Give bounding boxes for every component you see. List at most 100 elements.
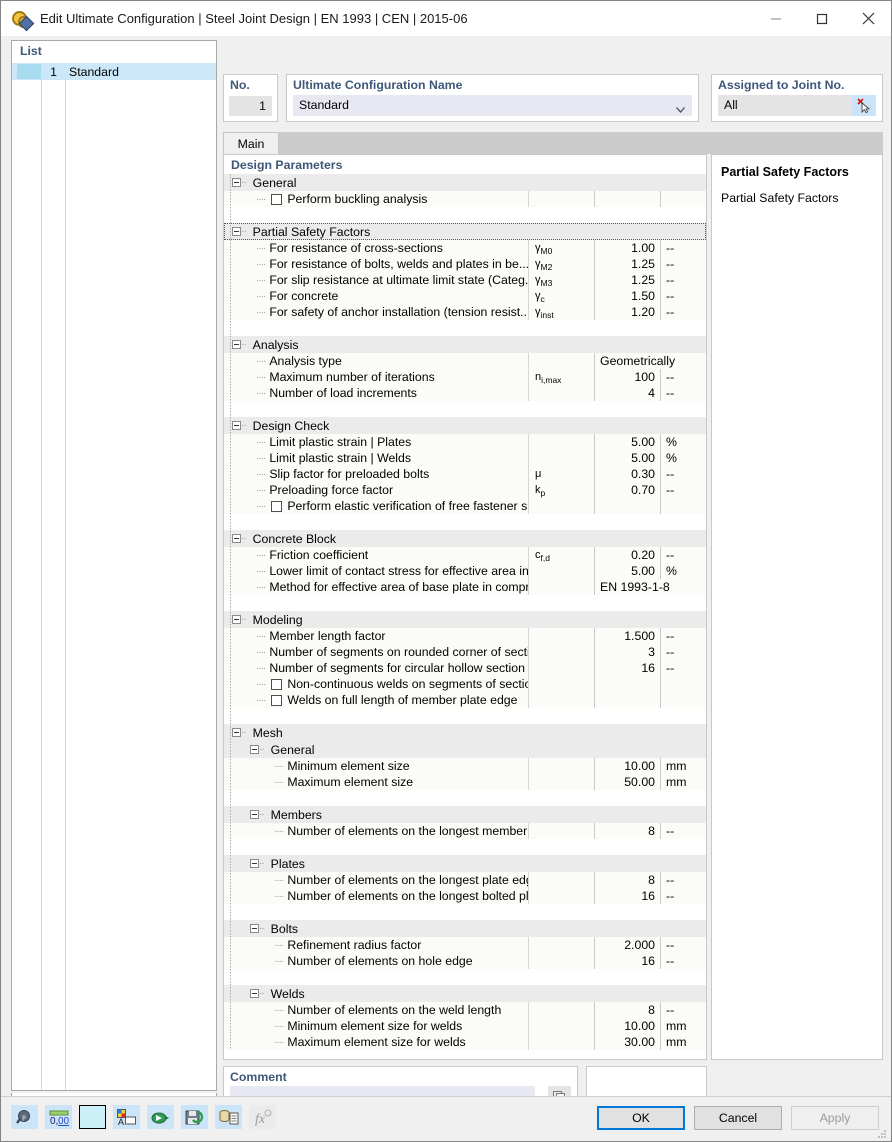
- save-config-icon[interactable]: [181, 1105, 208, 1129]
- cancel-button[interactable]: Cancel: [694, 1106, 782, 1130]
- units-decimal-places-icon[interactable]: 0, 00: [45, 1105, 72, 1129]
- minimize-icon[interactable]: [753, 1, 799, 36]
- table-row[interactable]: ···· Lower limit of contact stress for ef…: [224, 563, 706, 579]
- row-value[interactable]: 30.00: [594, 1034, 660, 1050]
- table-row[interactable]: ···· Minimum element size 10.00 mm: [224, 758, 706, 774]
- row-value[interactable]: 1.00: [594, 240, 660, 256]
- table-row[interactable]: ···· Preloading force factor kp 0.70 --: [224, 482, 706, 498]
- group-header-mesh[interactable]: ·· Mesh: [224, 724, 706, 741]
- table-row[interactable]: ···· Welds on full length of member plate…: [224, 692, 706, 708]
- database-export-icon[interactable]: [215, 1105, 242, 1129]
- row-value[interactable]: 16: [594, 888, 660, 904]
- group-header-general[interactable]: ·· General: [224, 741, 706, 758]
- table-row[interactable]: ···· Number of segments on rounded corner…: [224, 644, 706, 660]
- collapse-toggle[interactable]: [232, 534, 241, 543]
- row-value[interactable]: 5.00: [594, 434, 660, 450]
- group-header-general[interactable]: ·· General: [224, 174, 706, 191]
- color-swatch-icon[interactable]: [79, 1105, 106, 1129]
- row-value[interactable]: 2.000: [594, 937, 660, 953]
- table-row[interactable]: ···· Minimum element size for welds 10.00 m…: [224, 1018, 706, 1034]
- row-value[interactable]: 50.00: [594, 774, 660, 790]
- row-value[interactable]: 1.500: [594, 628, 660, 644]
- row-value[interactable]: 0.30: [594, 466, 660, 482]
- row-value[interactable]: 0.20: [594, 547, 660, 563]
- row-value[interactable]: 1.20: [594, 304, 660, 320]
- row-value[interactable]: 10.00: [594, 1018, 660, 1034]
- row-value[interactable]: 8: [594, 1002, 660, 1018]
- pick-joint-icon[interactable]: [852, 95, 876, 116]
- group-header-bolts[interactable]: ·· Bolts: [224, 920, 706, 937]
- row-value[interactable]: 0.70: [594, 482, 660, 498]
- resize-grip[interactable]: [877, 1128, 887, 1138]
- group-header-partial-safety-factors[interactable]: ·· Partial Safety Factors: [224, 223, 706, 240]
- group-header-design-check[interactable]: ·· Design Check: [224, 417, 706, 434]
- table-row[interactable]: ···· Method for effective area of base pl…: [224, 579, 706, 595]
- tab-main[interactable]: Main: [223, 132, 279, 154]
- collapse-toggle[interactable]: [250, 745, 259, 754]
- display-properties-icon[interactable]: A: [113, 1105, 140, 1129]
- group-header-modeling[interactable]: ·· Modeling: [224, 611, 706, 628]
- checkbox[interactable]: [271, 678, 283, 690]
- table-row[interactable]: ····Analysis type Geometrically linear: [224, 353, 706, 384]
- collapse-toggle[interactable]: [250, 989, 259, 998]
- table-row[interactable]: ···· Non-continuous welds on segments of …: [224, 676, 706, 692]
- row-value[interactable]: 1.25: [594, 272, 660, 288]
- table-row[interactable]: ···· Limit plastic strain | Welds 5.00%: [224, 450, 706, 466]
- collapse-toggle[interactable]: [232, 421, 241, 430]
- table-row[interactable]: ···· Refinement radius factor 2.000 --: [224, 937, 706, 953]
- table-row[interactable]: ···· Friction coefficient cf,d 0.20 --: [224, 547, 706, 563]
- table-row[interactable]: ···· Limit plastic strain | Plates 5.00%: [224, 434, 706, 450]
- table-row[interactable]: ···· Number of elements on the weld lengt…: [224, 1002, 706, 1018]
- group-header-concrete-block[interactable]: ·· Concrete Block: [224, 530, 706, 547]
- table-row[interactable]: ···· For slip resistance at ultimate limi…: [224, 272, 706, 288]
- row-value[interactable]: Geometrically linear: [594, 353, 706, 384]
- row-value[interactable]: 100: [594, 369, 660, 385]
- list-item[interactable]: 1 Standard: [12, 63, 216, 80]
- row-value[interactable]: EN 1993-1-8: [594, 579, 706, 595]
- table-row[interactable]: ···· Slip factor for preloaded bolts μ 0.30…: [224, 466, 706, 482]
- row-value[interactable]: 16: [594, 660, 660, 676]
- row-value[interactable]: 8: [594, 872, 660, 888]
- row-value[interactable]: [594, 191, 660, 207]
- group-header-analysis[interactable]: ·· Analysis: [224, 336, 706, 353]
- row-value[interactable]: 4: [594, 385, 660, 401]
- row-value[interactable]: 3: [594, 644, 660, 660]
- collapse-toggle[interactable]: [232, 227, 241, 236]
- maximize-icon[interactable]: [799, 1, 845, 36]
- row-value[interactable]: [594, 676, 660, 692]
- table-row[interactable]: ···· Number of elements on the longest pl…: [224, 872, 706, 888]
- table-row[interactable]: ···· Maximum number of iterations ni,max 10…: [224, 369, 706, 385]
- row-value[interactable]: 1.50: [594, 288, 660, 304]
- row-value[interactable]: 10.00: [594, 758, 660, 774]
- row-value[interactable]: 16: [594, 953, 660, 969]
- search-magnifier-icon[interactable]: p: [11, 1105, 38, 1129]
- table-row[interactable]: ···· Perform elastic verification of free…: [224, 498, 706, 514]
- table-row[interactable]: ···· For concrete γc 1.50 --: [224, 288, 706, 304]
- row-value[interactable]: 1.25: [594, 256, 660, 272]
- table-row[interactable]: ···· Maximum element size 50.00 mm: [224, 774, 706, 790]
- checkbox[interactable]: [271, 500, 283, 512]
- collapse-toggle[interactable]: [232, 178, 241, 187]
- table-row[interactable]: ···· Perform buckling analysis: [224, 191, 706, 207]
- configuration-name-input[interactable]: Standard: [293, 95, 692, 116]
- group-header-welds[interactable]: ·· Welds: [224, 985, 706, 1002]
- collapse-toggle[interactable]: [232, 615, 241, 624]
- ok-button[interactable]: OK: [597, 1106, 685, 1130]
- table-row[interactable]: ···· Number of segments for circular holl…: [224, 660, 706, 676]
- row-value[interactable]: 8: [594, 823, 660, 839]
- table-row[interactable]: ···· Number of load increments 4 --: [224, 385, 706, 401]
- collapse-toggle[interactable]: [232, 728, 241, 737]
- collapse-toggle[interactable]: [250, 924, 259, 933]
- table-row[interactable]: ···· For resistance of bolts, welds and p…: [224, 256, 706, 272]
- table-row[interactable]: ···· Number of elements on the longest bo…: [224, 888, 706, 904]
- row-value[interactable]: [594, 692, 660, 708]
- collapse-toggle[interactable]: [250, 859, 259, 868]
- checkbox[interactable]: [271, 694, 283, 706]
- collapse-toggle[interactable]: [232, 340, 241, 349]
- import-config-icon[interactable]: [147, 1105, 174, 1129]
- close-icon[interactable]: [845, 1, 891, 36]
- row-value[interactable]: 5.00: [594, 563, 660, 579]
- chevron-down-icon[interactable]: [676, 102, 685, 113]
- group-header-plates[interactable]: ·· Plates: [224, 855, 706, 872]
- collapse-toggle[interactable]: [250, 810, 259, 819]
